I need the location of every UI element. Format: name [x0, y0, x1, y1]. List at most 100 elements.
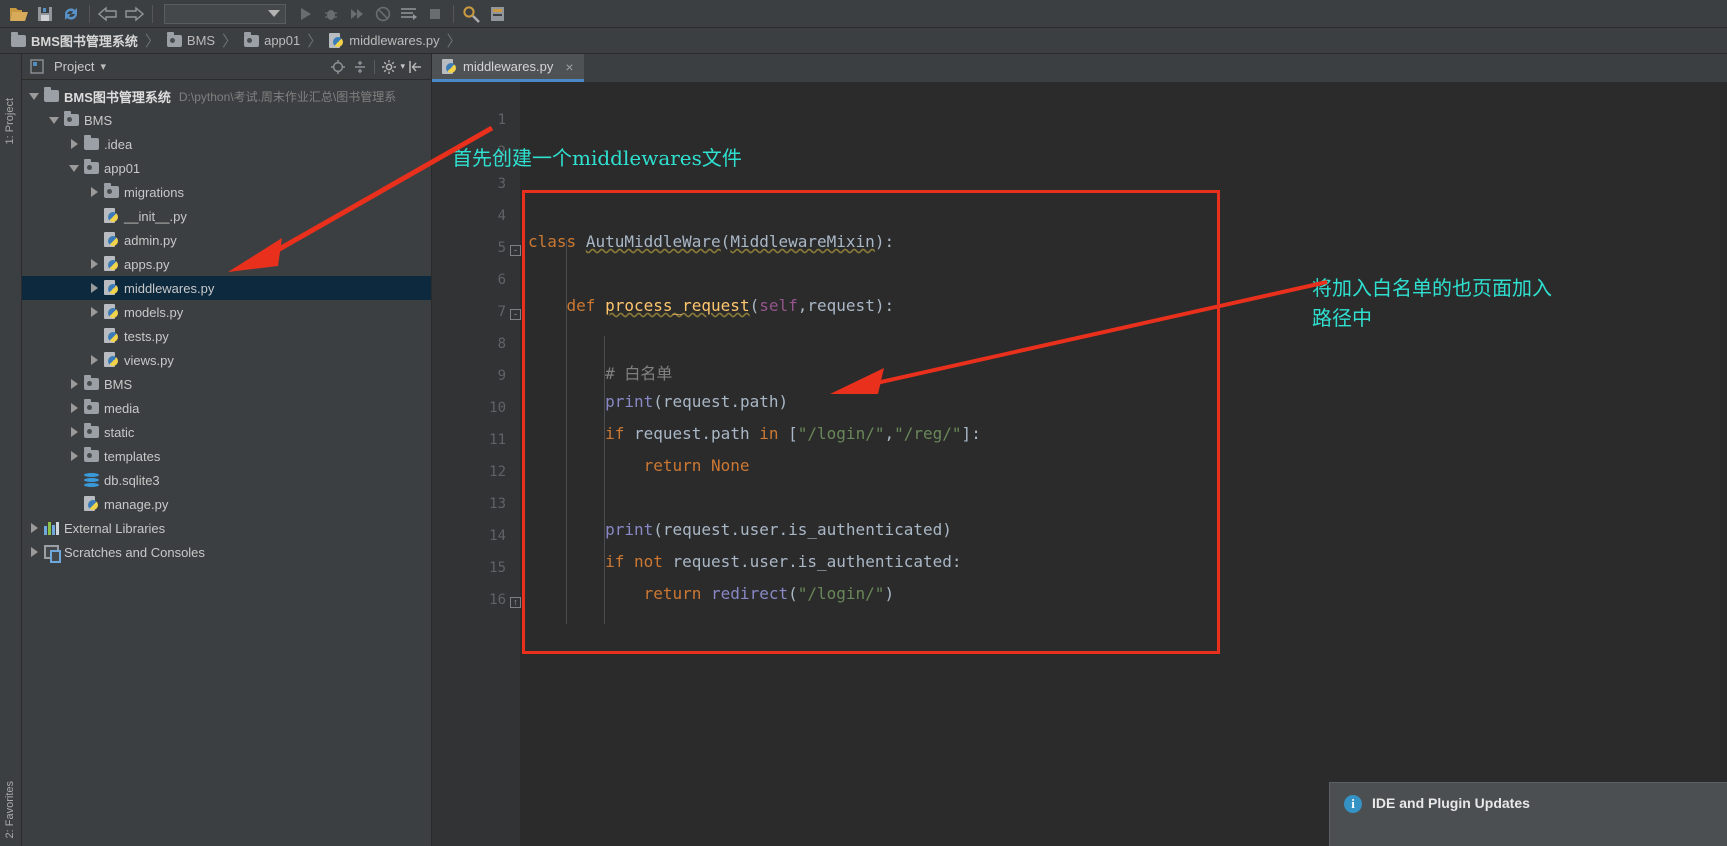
- code-editor[interactable]: 1 2 3 4 5 6 7 8 9 10 11 12 13 14 15 16- - ↑ class AutuMid…: [432, 82, 1727, 846]
- stop-icon[interactable]: [370, 2, 396, 26]
- library-icon: [43, 521, 59, 535]
- save-all-icon[interactable]: [32, 2, 58, 26]
- breadcrumb-label: BMS图书管理系统: [31, 34, 138, 49]
- run-configuration-select[interactable]: [164, 3, 286, 24]
- breadcrumb-item-bms[interactable]: BMS: [162, 31, 220, 48]
- settings-gear-icon[interactable]: [378, 56, 400, 78]
- breadcrumb-item-file[interactable]: middlewares.py: [324, 32, 444, 49]
- expand-arrow-collapsed-icon[interactable]: [26, 544, 42, 560]
- folder-icon: [166, 31, 182, 47]
- tree-node-db-sqlite3[interactable]: db.sqlite3: [22, 468, 431, 492]
- tree-node-label: static: [104, 424, 135, 440]
- tree-node-external-libraries[interactable]: External Libraries: [22, 516, 431, 540]
- sync-icon[interactable]: [58, 2, 84, 26]
- breadcrumb-item-project[interactable]: BMS图书管理系统: [6, 31, 143, 50]
- tree-node-label: BMS: [104, 376, 133, 392]
- tree-node-bms-[interactable]: BMS图书管理系统 D:\python\考试.周末作业汇总\图书管理系: [22, 84, 431, 108]
- tree-node-models-py[interactable]: models.py: [22, 300, 431, 324]
- line-number: 7: [497, 304, 506, 320]
- project-tool-window: Project ▾ ▾ BMS图书管理系统 D:\python\考试.周末作业汇总…: [22, 54, 432, 846]
- tree-node-apps-py[interactable]: apps.py: [22, 252, 431, 276]
- tree-node-label: middlewares.py: [124, 280, 215, 296]
- info-icon: i: [1344, 795, 1362, 813]
- run-coverage-icon[interactable]: [344, 2, 370, 26]
- scratch-icon: [43, 545, 61, 563]
- line-number: 14: [489, 528, 506, 544]
- show-console-icon[interactable]: [396, 2, 422, 26]
- back-icon[interactable]: [95, 2, 121, 26]
- python-file-icon: [103, 352, 119, 368]
- source-folder-icon: [83, 423, 99, 438]
- python-file-icon: [103, 256, 119, 272]
- expand-arrow-collapsed-icon[interactable]: [86, 352, 102, 368]
- rail-button-project[interactable]: 1: Project: [4, 98, 16, 144]
- expand-arrow-collapsed-icon[interactable]: [26, 520, 42, 536]
- settings-wrench-icon[interactable]: [459, 2, 485, 26]
- code-content[interactable]: class AutuMiddleWare(MiddlewareMixin): d…: [520, 82, 1727, 846]
- terminate-icon[interactable]: [422, 2, 448, 26]
- source-folder-icon: [103, 183, 119, 198]
- expand-arrow-collapsed-icon[interactable]: [86, 280, 102, 296]
- tree-node-bms[interactable]: BMS: [22, 372, 431, 396]
- tree-node-label: Scratches and Consoles: [64, 544, 205, 560]
- line-number: 9: [497, 368, 506, 384]
- tree-node--init-py[interactable]: __init__.py: [22, 204, 431, 228]
- breadcrumb-separator: 〉: [222, 33, 238, 50]
- tree-node-admin-py[interactable]: admin.py: [22, 228, 431, 252]
- line-number: 6: [497, 272, 506, 288]
- tree-node-media[interactable]: media: [22, 396, 431, 420]
- forward-icon[interactable]: [121, 2, 147, 26]
- run-icon[interactable]: [292, 2, 318, 26]
- source-folder-icon: [83, 447, 99, 462]
- expand-arrow-collapsed-icon[interactable]: [66, 400, 82, 416]
- tree-node-scratches-and-consoles[interactable]: Scratches and Consoles: [22, 540, 431, 564]
- tree-node-label: views.py: [124, 352, 174, 368]
- expand-arrow-collapsed-icon[interactable]: [86, 184, 102, 200]
- close-icon[interactable]: ×: [565, 59, 573, 75]
- hide-panel-icon[interactable]: [405, 56, 427, 78]
- notification-popup[interactable]: i IDE and Plugin Updates: [1329, 782, 1727, 846]
- line-number: 3: [497, 176, 506, 192]
- database-icon: [83, 472, 99, 488]
- breadcrumb-label: BMS: [186, 33, 216, 48]
- editor-tab-middlewares[interactable]: middlewares.py ×: [432, 54, 584, 82]
- tree-node-static[interactable]: static: [22, 420, 431, 444]
- expand-arrow-expanded-icon[interactable]: [26, 88, 42, 104]
- annotation-top-note: 首先创建一个middlewares文件: [452, 146, 742, 170]
- project-tree[interactable]: BMS图书管理系统 D:\python\考试.周末作业汇总\图书管理系 BMS .id…: [22, 80, 431, 564]
- breadcrumb-item-app01[interactable]: app01: [239, 31, 305, 48]
- project-structure-icon[interactable]: [485, 2, 511, 26]
- chevron-down-icon[interactable]: ▾: [100, 60, 106, 73]
- tree-node-app01[interactable]: app01: [22, 156, 431, 180]
- code-line-7: def process_request(self,request):: [566, 296, 895, 315]
- locate-icon[interactable]: [327, 56, 349, 78]
- expand-arrow-collapsed-icon[interactable]: [86, 256, 102, 272]
- tree-node-views-py[interactable]: views.py: [22, 348, 431, 372]
- collapse-all-icon[interactable]: [349, 56, 371, 78]
- open-folder-icon[interactable]: [6, 2, 32, 26]
- expand-arrow-collapsed-icon[interactable]: [66, 424, 82, 440]
- tree-node-middlewares-py[interactable]: middlewares.py: [22, 276, 431, 300]
- expand-arrow-collapsed-icon[interactable]: [66, 448, 82, 464]
- tree-node-label: media: [104, 400, 140, 416]
- rail-button-favorites[interactable]: 2: Favorites: [4, 781, 16, 838]
- tree-node-tests-py[interactable]: tests.py: [22, 324, 431, 348]
- tree-node-label: BMS: [84, 112, 113, 128]
- expand-arrow-collapsed-icon[interactable]: [86, 304, 102, 320]
- expand-arrow-collapsed-icon[interactable]: [66, 136, 82, 152]
- expand-arrow-expanded-icon[interactable]: [46, 112, 62, 128]
- chevron-down-icon: [268, 10, 280, 17]
- tree-node-templates[interactable]: templates: [22, 444, 431, 468]
- code-line-9: # 白名单: [605, 364, 673, 383]
- expand-arrow-expanded-icon[interactable]: [66, 160, 82, 176]
- python-file-icon: [329, 32, 344, 49]
- tree-node--idea[interactable]: .idea: [22, 132, 431, 156]
- tree-node-manage-py[interactable]: manage.py: [22, 492, 431, 516]
- debug-icon[interactable]: [318, 2, 344, 26]
- expand-arrow-collapsed-icon[interactable]: [66, 376, 82, 392]
- tree-node-migrations[interactable]: migrations: [22, 180, 431, 204]
- toolbar-divider-2: [152, 4, 153, 23]
- tree-node-label: __init__.py: [124, 208, 187, 224]
- code-line-15: if not request.user.is_authenticated:: [605, 552, 962, 571]
- tree-node-bms[interactable]: BMS: [22, 108, 431, 132]
